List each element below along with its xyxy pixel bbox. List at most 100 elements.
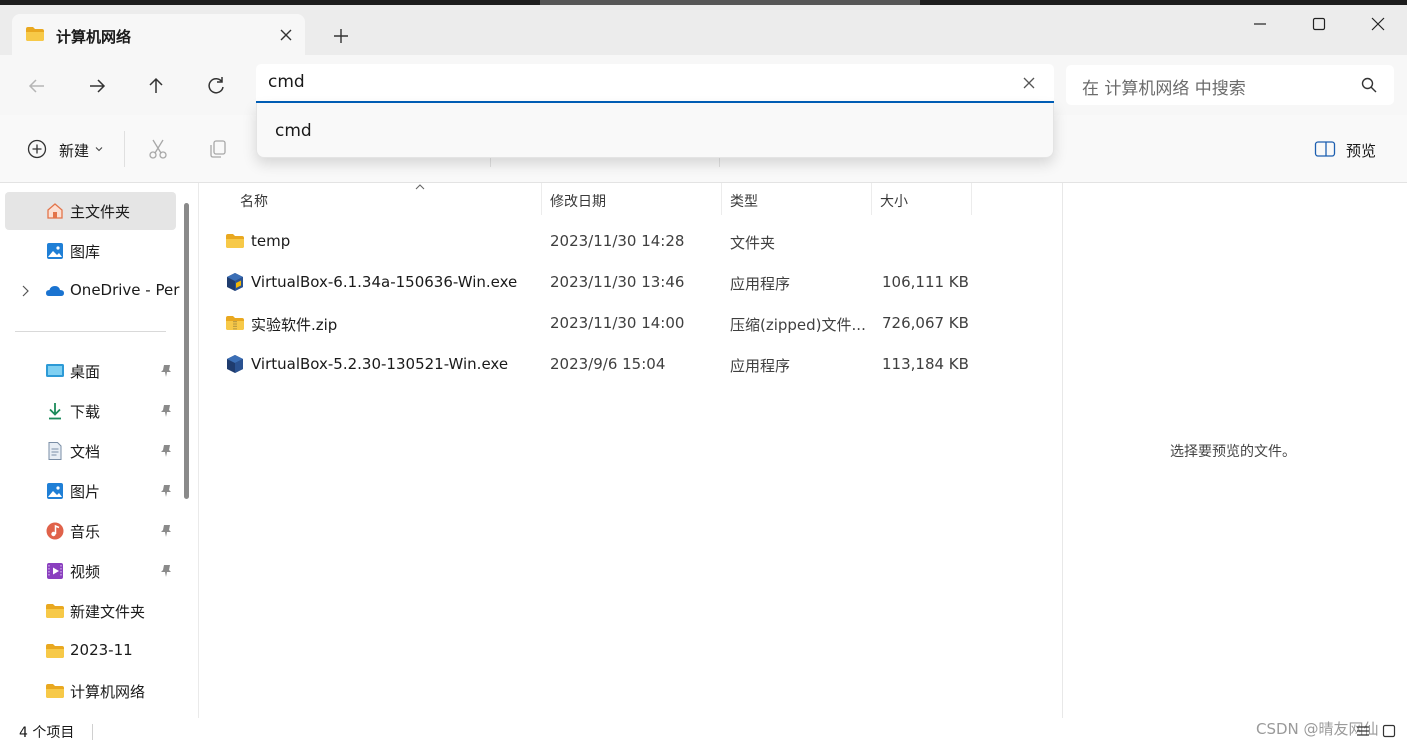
sidebar-item-music[interactable]: 音乐: [5, 512, 176, 550]
file-name: VirtualBox-6.1.34a-150636-Win.exe: [251, 273, 518, 291]
folder-icon: [26, 27, 44, 41]
sidebar-item-label: 图片: [70, 483, 101, 501]
address-value: cmd: [268, 72, 305, 92]
forward-arrow-icon[interactable]: [84, 73, 110, 99]
details-view-icon[interactable]: [1356, 724, 1370, 738]
file-row[interactable]: 实验软件.zip 2023/11/30 14:00 压缩(zipped)文件..…: [209, 303, 979, 343]
sidebar-item-documents[interactable]: 文档: [5, 432, 176, 470]
music-icon: [46, 522, 64, 540]
folder-icon: [46, 604, 64, 618]
file-row[interactable]: VirtualBox-6.1.34a-150636-Win.exe 2023/1…: [209, 262, 979, 302]
folder-icon: [226, 234, 244, 248]
file-type: 应用程序: [730, 357, 791, 375]
new-tab-icon[interactable]: [330, 25, 352, 47]
file-type: 文件夹: [730, 234, 776, 252]
sidebar-item-gallery[interactable]: 图库: [5, 232, 176, 270]
sidebar-item-label: 桌面: [70, 363, 101, 381]
file-size: 726,067 KB: [882, 314, 969, 332]
onedrive-cloud-icon: [46, 286, 64, 296]
column-header-type[interactable]: 类型: [722, 183, 872, 215]
file-name: temp: [251, 232, 291, 250]
file-modified: 2023/11/30 14:28: [550, 232, 685, 250]
preview-message: 选择要预览的文件。: [1170, 444, 1296, 460]
address-suggestions: cmd: [256, 103, 1054, 158]
gallery-icon: [47, 243, 63, 259]
sidebar-item-label: 视频: [70, 563, 101, 581]
file-name: VirtualBox-5.2.30-130521-Win.exe: [251, 355, 509, 373]
pin-icon[interactable]: [159, 484, 173, 498]
sidebar-item-2023-11[interactable]: 2023-11: [5, 632, 176, 670]
tab-title: 计算机网络: [56, 28, 132, 46]
file-row[interactable]: temp 2023/11/30 14:28 文件夹: [209, 221, 979, 261]
sidebar-item-videos[interactable]: 视频: [5, 552, 176, 590]
sidebar-item-label: 下载: [70, 403, 101, 421]
search-placeholder: 在 计算机网络 中搜索: [1082, 79, 1246, 99]
close-window-icon[interactable]: [1366, 12, 1390, 36]
sidebar-item-label: 音乐: [70, 523, 101, 541]
sidebar-item-label: OneDrive - Per: [70, 281, 180, 299]
close-tab-icon[interactable]: [276, 25, 296, 45]
file-modified: 2023/9/6 15:04: [550, 355, 666, 373]
search-input[interactable]: 在 计算机网络 中搜索: [1066, 65, 1394, 105]
sidebar-scrollbar[interactable]: [184, 203, 189, 499]
sort-ascending-icon: [415, 184, 425, 190]
file-size: 113,184 KB: [882, 355, 969, 373]
download-icon: [49, 403, 61, 420]
file-type: 压缩(zipped)文件...: [730, 316, 866, 334]
sidebar-item-label: 新建文件夹: [70, 603, 146, 621]
tab-active[interactable]: 计算机网络: [12, 14, 305, 56]
preview-pane: 选择要预览的文件。: [1062, 183, 1407, 718]
navigation-pane: 主文件夹 图库 OneDrive - Per 桌面 下载 文档 图片 音乐 视频…: [0, 183, 197, 718]
column-header-modified[interactable]: 修改日期: [542, 183, 722, 215]
minimize-icon[interactable]: [1248, 12, 1272, 36]
virtualbox-app-icon: [227, 273, 243, 291]
sidebar-divider: [15, 331, 166, 332]
column-header-label: 类型: [730, 194, 758, 210]
column-header-name[interactable]: 名称: [232, 183, 542, 215]
up-arrow-icon[interactable]: [143, 73, 169, 99]
address-input[interactable]: cmd: [256, 64, 1054, 103]
sidebar-item-label: 2023-11: [70, 641, 133, 659]
column-header-size[interactable]: 大小: [872, 183, 972, 215]
plus-circle-icon: [27, 139, 47, 159]
zip-folder-icon: [226, 316, 244, 330]
clear-address-icon[interactable]: [1020, 74, 1038, 92]
file-type: 应用程序: [730, 275, 791, 293]
cut-icon[interactable]: [146, 137, 170, 161]
preview-button-label: 预览: [1346, 142, 1377, 160]
sidebar-item-pictures[interactable]: 图片: [5, 472, 176, 510]
file-modified: 2023/11/30 14:00: [550, 314, 685, 332]
title-bar: 计算机网络: [0, 0, 1407, 56]
sidebar-item-onedrive[interactable]: OneDrive - Per: [5, 272, 180, 310]
sidebar-item-computer-network[interactable]: 计算机网络: [5, 672, 176, 710]
sidebar-item-desktop[interactable]: 桌面: [5, 352, 176, 390]
sidebar-item-label: 计算机网络: [70, 683, 146, 701]
maximize-icon[interactable]: [1307, 12, 1331, 36]
folder-icon: [46, 684, 64, 698]
file-row[interactable]: VirtualBox-5.2.30-130521-Win.exe 2023/9/…: [209, 344, 979, 384]
pin-icon[interactable]: [159, 444, 173, 458]
desktop-icon: [46, 364, 64, 377]
video-icon: [47, 563, 63, 579]
pin-icon[interactable]: [159, 524, 173, 538]
copy-icon[interactable]: [206, 137, 230, 161]
sidebar-item-home[interactable]: 主文件夹: [5, 192, 176, 230]
document-icon: [48, 442, 62, 460]
virtualbox-app-icon: [227, 355, 243, 373]
back-arrow-icon[interactable]: [24, 73, 50, 99]
pin-icon[interactable]: [159, 564, 173, 578]
search-icon[interactable]: [1360, 76, 1378, 94]
chevron-down-icon: [95, 147, 103, 152]
pin-icon[interactable]: [159, 404, 173, 418]
pin-icon[interactable]: [159, 364, 173, 378]
chevron-right-icon[interactable]: [19, 284, 31, 298]
status-bar: 4 个项目 CSDN @晴友网仙: [0, 718, 1407, 744]
home-icon: [47, 203, 63, 219]
tiles-view-icon[interactable]: [1382, 724, 1396, 738]
file-modified: 2023/11/30 13:46: [550, 273, 685, 291]
suggestion-item[interactable]: cmd: [275, 121, 312, 141]
refresh-icon[interactable]: [203, 73, 229, 99]
sidebar-item-downloads[interactable]: 下载: [5, 392, 176, 430]
column-header-label: 修改日期: [550, 194, 606, 210]
sidebar-item-new-folder[interactable]: 新建文件夹: [5, 592, 176, 630]
